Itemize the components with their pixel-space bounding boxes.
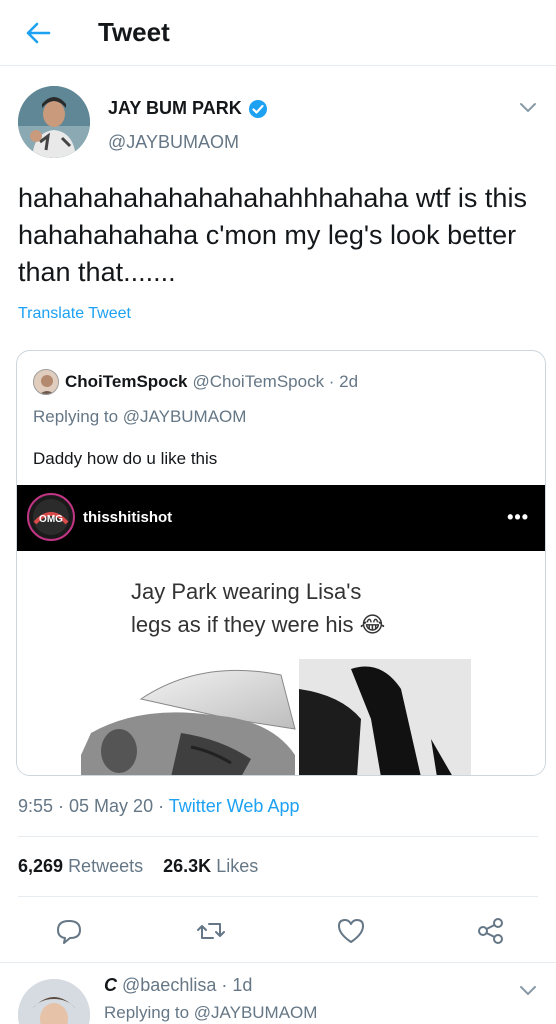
- instagram-header: OMG thisshitishot •••: [17, 485, 545, 551]
- divider: [18, 836, 538, 837]
- quoted-tweet-header: ChoiTemSpock @ChoiTemSpock · 2d: [33, 369, 358, 395]
- avatar-photo: [18, 86, 90, 158]
- reply-author-name[interactable]: C: [104, 975, 117, 995]
- more-options-icon: •••: [507, 507, 529, 527]
- like-icon[interactable]: [336, 916, 366, 946]
- author-avatar[interactable]: [18, 86, 90, 158]
- tweet-author: JAY BUM PARK @JAYBUMAOM: [18, 86, 538, 166]
- page-title: Tweet: [98, 17, 170, 47]
- back-button[interactable]: [22, 18, 54, 48]
- reply-icon[interactable]: [54, 916, 84, 946]
- meme-photo: [81, 659, 471, 775]
- retweet-icon[interactable]: [196, 916, 226, 946]
- quoted-replying-to: Replying to @JAYBUMAOM: [33, 407, 247, 426]
- translate-tweet-link[interactable]: Translate Tweet: [18, 305, 131, 323]
- instagram-avatar-logo: OMG: [27, 493, 75, 541]
- quoted-author-handle-time: @ChoiTemSpock · 2d: [192, 372, 359, 391]
- quoted-media[interactable]: OMG thisshitishot ••• Jay Park wearing L…: [17, 485, 545, 775]
- tweet-timestamp: 9:55 · 05 May 20 · Twitter Web App: [18, 796, 299, 817]
- app-header: Tweet: [0, 0, 556, 66]
- instagram-username: thisshitishot: [83, 509, 173, 526]
- tweet-stats: 6,269 Retweets 26.3K Likes: [18, 856, 258, 877]
- chevron-down-icon[interactable]: [518, 100, 538, 114]
- author-name-text: JAY BUM PARK: [108, 98, 242, 118]
- author-handle[interactable]: @JAYBUMAOM: [108, 132, 239, 153]
- svg-text:OMG: OMG: [39, 514, 63, 525]
- divider: [18, 896, 538, 897]
- reply-replying-to: Replying to @JAYBUMAOM: [104, 1003, 318, 1022]
- author-name[interactable]: JAY BUM PARK: [108, 98, 268, 119]
- quoted-author-avatar: [33, 369, 59, 395]
- reply-tweet[interactable]: C @baechlisa · 1d Replying to @JAYBUMAOM: [0, 963, 556, 1024]
- likes-stat[interactable]: 26.3K Likes: [163, 856, 258, 876]
- likes-count: 26.3K: [163, 856, 212, 876]
- reply-author-handle-time: @baechlisa · 1d: [122, 975, 253, 995]
- share-icon[interactable]: [476, 916, 506, 946]
- arrow-left-icon: [26, 22, 51, 44]
- quoted-author-name: ChoiTemSpock: [65, 372, 188, 391]
- tweet-actions: [0, 910, 556, 952]
- meme-caption-line-1: Jay Park wearing Lisa's: [131, 579, 362, 604]
- meme-caption: Jay Park wearing Lisa's legs as if they …: [131, 575, 385, 641]
- tweet-text: hahahahahahahahahahhhahaha wtf is this h…: [18, 183, 527, 287]
- tweet-time[interactable]: 9:55 · 05 May 20 ·: [18, 796, 169, 816]
- meme-caption-line-2: legs as if they were his 😂: [131, 612, 386, 637]
- quoted-tweet-text: Daddy how do u like this: [33, 449, 218, 468]
- verified-badge-icon: [248, 99, 267, 118]
- reply-author-line: C @baechlisa · 1d: [104, 975, 252, 996]
- reply-author-avatar[interactable]: [18, 979, 90, 1024]
- chevron-down-icon[interactable]: [518, 983, 538, 997]
- retweets-stat[interactable]: 6,269 Retweets: [18, 856, 143, 876]
- retweets-count: 6,269: [18, 856, 64, 876]
- likes-label: Likes: [216, 856, 259, 876]
- quoted-tweet[interactable]: ChoiTemSpock @ChoiTemSpock · 2d Replying…: [16, 350, 546, 776]
- retweets-label: Retweets: [68, 856, 144, 876]
- tweet-source[interactable]: Twitter Web App: [169, 796, 300, 816]
